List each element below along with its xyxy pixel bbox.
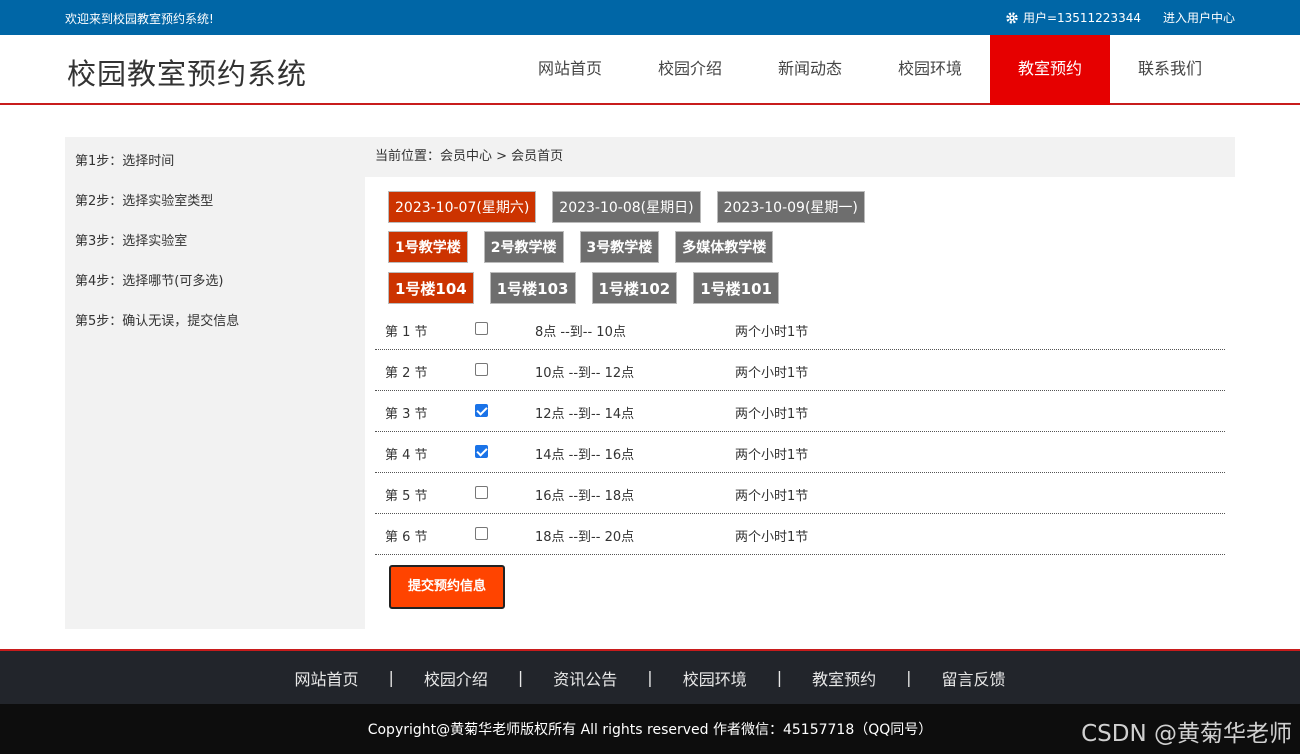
date-selector: 2023-10-07(星期六) 2023-10-08(星期日) 2023-10-…: [388, 191, 865, 223]
building-option[interactable]: 2号教学楼: [483, 231, 564, 263]
period-time: 10点 --到-- 12点: [535, 366, 635, 381]
period-duration: 两个小时1节: [735, 407, 809, 422]
date-option[interactable]: 2023-10-09(星期一): [716, 191, 865, 223]
period-time: 14点 --到-- 16点: [535, 448, 635, 463]
step-1: 第1步：选择时间: [75, 154, 175, 169]
csdn-watermark: CSDN @黄菊华老师: [1081, 721, 1292, 747]
building-option[interactable]: 3号教学楼: [579, 231, 660, 263]
period-time: 18点 --到-- 20点: [535, 530, 635, 545]
period-name: 第 2 节: [385, 366, 428, 381]
footer-link-booking[interactable]: 教室预约: [812, 666, 876, 690]
user-label: 用户=13511223344: [1022, 11, 1141, 25]
period-row: 第 6 节 18点 --到-- 20点 两个小时1节: [375, 514, 1225, 555]
period-checkbox[interactable]: [475, 404, 488, 417]
period-name: 第 3 节: [385, 407, 428, 422]
period-time: 16点 --到-- 18点: [535, 489, 635, 504]
period-row: 第 1 节 8点 --到-- 10点 两个小时1节: [375, 309, 1225, 350]
user-center-link[interactable]: 进入用户中心: [1163, 9, 1235, 26]
period-list: 第 1 节 8点 --到-- 10点 两个小时1节 第 2 节 10点 --到-…: [375, 309, 1225, 555]
nav-item-environment[interactable]: 校园环境: [870, 35, 990, 105]
footer-link-environment[interactable]: 校园环境: [683, 666, 747, 690]
footer-separator: |: [388, 668, 394, 687]
period-time: 12点 --到-- 14点: [535, 407, 635, 422]
period-checkbox[interactable]: [475, 527, 488, 540]
room-option[interactable]: 1号楼101: [693, 272, 779, 304]
welcome-text: 欢迎来到校园教室预约系统!: [65, 12, 214, 26]
period-checkbox[interactable]: [475, 445, 488, 458]
period-checkbox[interactable]: [475, 486, 488, 499]
period-duration: 两个小时1节: [735, 366, 809, 381]
gear-icon: [1006, 11, 1018, 24]
step-3: 第3步：选择实验室: [75, 234, 188, 249]
copyright-text: Copyright@黄菊华老师版权所有 All rights reserved …: [367, 722, 933, 738]
footer-link-intro[interactable]: 校园介绍: [424, 666, 488, 690]
period-name: 第 4 节: [385, 448, 428, 463]
nav-item-news[interactable]: 新闻动态: [750, 35, 870, 105]
period-row: 第 5 节 16点 --到-- 18点 两个小时1节: [375, 473, 1225, 514]
date-option[interactable]: 2023-10-07(星期六): [388, 191, 537, 223]
building-option[interactable]: 1号教学楼: [388, 231, 468, 263]
nav-item-booking[interactable]: 教室预约: [990, 35, 1110, 105]
footer-separator: |: [517, 668, 524, 687]
building-option[interactable]: 多媒体教学楼: [675, 231, 774, 263]
period-checkbox[interactable]: [475, 363, 488, 376]
step-5: 第5步：确认无误，提交信息: [75, 314, 240, 329]
period-time: 8点 --到-- 10点: [535, 325, 626, 340]
main-nav: 网站首页 校园介绍 新闻动态 校园环境 教室预约 联系我们: [510, 35, 1230, 105]
footer-separator: |: [906, 668, 912, 687]
period-row: 第 4 节 14点 --到-- 16点 两个小时1节: [375, 432, 1225, 473]
footer-separator: |: [776, 668, 783, 687]
period-name: 第 6 节: [385, 530, 428, 545]
step-2: 第2步：选择实验室类型: [75, 194, 214, 209]
period-duration: 两个小时1节: [735, 530, 809, 545]
room-option[interactable]: 1号楼104: [388, 272, 474, 304]
footer-link-notices[interactable]: 资讯公告: [553, 666, 617, 690]
footer-nav: 网站首页 | 校园介绍 | 资讯公告 | 校园环境 | 教室预约 | 留言反馈: [0, 649, 1300, 704]
step-4: 第4步：选择哪节(可多选): [75, 274, 224, 289]
room-selector: 1号楼104 1号楼103 1号楼102 1号楼101: [388, 272, 779, 304]
room-option[interactable]: 1号楼103: [489, 272, 576, 304]
top-bar: 欢迎来到校园教室预约系统! 用户=13511223344 进入用户中心: [0, 0, 1300, 35]
nav-item-contact[interactable]: 联系我们: [1110, 35, 1230, 105]
period-row: 第 2 节 10点 --到-- 12点 两个小时1节: [375, 350, 1225, 391]
footer-link-home[interactable]: 网站首页: [294, 666, 358, 690]
period-name: 第 1 节: [385, 325, 428, 340]
steps-sidebar: 第1步：选择时间 第2步：选择实验室类型 第3步：选择实验室 第4步：选择哪节(…: [65, 137, 365, 629]
user-info[interactable]: 用户=13511223344: [1005, 9, 1141, 26]
date-option[interactable]: 2023-10-08(星期日): [552, 191, 701, 223]
period-name: 第 5 节: [385, 489, 428, 504]
main-content: 当前位置：会员中心 > 会员首页 2023-10-07(星期六) 2023-10…: [365, 137, 1235, 629]
footer-separator: |: [647, 668, 653, 687]
period-duration: 两个小时1节: [735, 489, 809, 504]
building-selector: 1号教学楼 2号教学楼 3号教学楼 多媒体教学楼: [388, 231, 774, 263]
header: 校园教室预约系统 网站首页 校园介绍 新闻动态 校园环境 教室预约 联系我们: [0, 35, 1300, 105]
period-checkbox[interactable]: [475, 322, 488, 335]
nav-item-home[interactable]: 网站首页: [510, 35, 630, 105]
submit-booking-button[interactable]: 提交预约信息: [389, 565, 505, 609]
period-duration: 两个小时1节: [735, 448, 809, 463]
site-logo[interactable]: 校园教室预约系统: [67, 51, 307, 93]
breadcrumb: 当前位置：会员中心 > 会员首页: [365, 137, 1235, 177]
period-row: 第 3 节 12点 --到-- 14点 两个小时1节: [375, 391, 1225, 432]
room-option[interactable]: 1号楼102: [591, 272, 678, 304]
footer-link-feedback[interactable]: 留言反馈: [942, 666, 1006, 690]
nav-item-intro[interactable]: 校园介绍: [630, 35, 750, 105]
period-duration: 两个小时1节: [735, 325, 809, 340]
